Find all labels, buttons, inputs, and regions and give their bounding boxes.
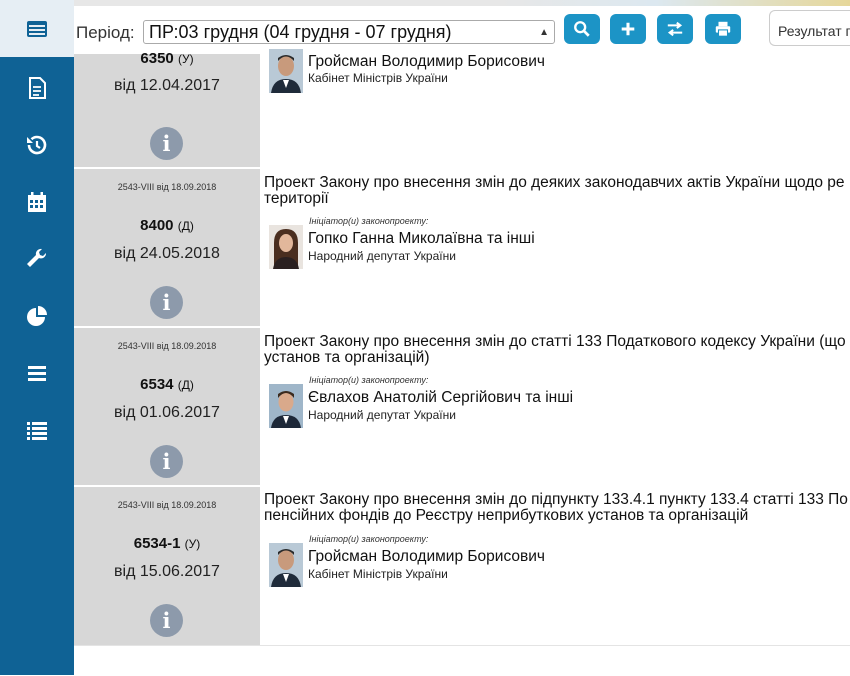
bill-number: 6534 (Д) [140, 376, 194, 393]
pie-chart-icon [27, 305, 47, 326]
info-button[interactable]: i [150, 445, 183, 478]
initiator-name[interactable]: Гройсман Володимир Борисович [308, 548, 545, 566]
period-label: Період: [76, 23, 135, 42]
sidebar-item-menu[interactable] [0, 344, 74, 401]
bill-title[interactable]: Проект Закону про внесення змін до деяки… [264, 175, 850, 207]
result-field[interactable]: Результат п [769, 10, 850, 46]
bill-summary-cell: 2543-VIII від 18.09.2018 8400 (Д) від 24… [74, 169, 260, 326]
search-icon [574, 21, 590, 37]
bill-title[interactable]: Проект Закону про внесення змін до статт… [264, 334, 850, 366]
dropdown-arrow-icon: ▲▼ [539, 27, 549, 38]
initiator-label: Ініціатор(и) законопроекту: [309, 375, 429, 385]
content-bottom [74, 645, 850, 676]
sidebar-item-history[interactable] [0, 116, 74, 173]
result-label: Результат п [778, 23, 850, 39]
bill-number: 6534-1 (У) [133, 535, 201, 552]
period-select[interactable]: ПР:03 грудня (04 грудня - 07 грудня) ▲▼ [143, 20, 555, 44]
initiator-role: Народний депутат України [308, 408, 456, 422]
history-icon [27, 135, 47, 154]
initiator-role: Кабінет Міністрів України [308, 71, 448, 85]
info-icon: i [162, 449, 171, 474]
initiator-name[interactable]: Євлахов Анатолій Сергійович та інші [308, 389, 573, 407]
bill-row: 2543-VIII від 18.09.2018 6534-1 (У) від … [74, 487, 850, 645]
info-icon: i [162, 608, 171, 633]
search-button[interactable] [564, 14, 600, 44]
info-button[interactable]: i [150, 604, 183, 637]
bill-title[interactable]: Проект Закону про внесення змін до підпу… [264, 492, 850, 524]
info-button[interactable]: i [150, 127, 183, 160]
law-reference: 2543-VIII від 18.09.2018 [117, 182, 217, 192]
document-icon [29, 76, 46, 99]
avatar [269, 543, 303, 587]
bill-row: 2543-VIII від 18.09.2018 6534 (Д) від 01… [74, 328, 850, 485]
info-button[interactable]: i [150, 286, 183, 319]
sidebar-item-statistics[interactable] [0, 287, 74, 344]
list-view-icon [27, 20, 47, 37]
plus-icon [621, 22, 635, 36]
menu-icon [28, 365, 46, 381]
sidebar-item-detailed-list[interactable] [0, 401, 74, 458]
sidebar [0, 0, 74, 675]
initiator-role: Кабінет Міністрів України [308, 567, 448, 581]
print-button[interactable] [705, 14, 741, 44]
initiator-role: Народний депутат України [308, 249, 456, 263]
initiator-name[interactable]: Гройсман Володимир Борисович [308, 53, 545, 71]
avatar [269, 49, 303, 93]
bill-number: 8400 (Д) [140, 217, 194, 234]
avatar [269, 225, 303, 269]
bill-date: від 01.06.2017 [114, 404, 220, 421]
exchange-button[interactable] [657, 14, 693, 44]
sidebar-item-documents[interactable] [0, 59, 74, 116]
bill-row: 2543-VIII від 18.09.2018 8400 (Д) від 24… [74, 169, 850, 326]
initiator-label: Ініціатор(и) законопроекту: [309, 216, 429, 226]
initiator-name[interactable]: Гопко Ганна Миколаївна та інші [308, 230, 535, 248]
sidebar-item-list-view[interactable] [0, 0, 74, 57]
bill-date: від 15.06.2017 [114, 563, 220, 580]
header-toolbar: Період: ПР:03 грудня (04 грудня - 07 гру… [74, 6, 850, 54]
bill-date: від 24.05.2018 [114, 245, 220, 262]
initiator-label: Ініціатор(и) законопроекту: [309, 534, 429, 544]
info-icon: i [162, 131, 171, 156]
bill-date: від 12.04.2017 [114, 77, 220, 94]
add-button[interactable] [610, 14, 646, 44]
bill-number: 6350 (У) [140, 50, 194, 67]
print-icon [715, 21, 731, 37]
exchange-icon [667, 21, 683, 37]
law-reference: 2543-VIII від 18.09.2018 [117, 500, 217, 510]
sidebar-item-tools[interactable] [0, 230, 74, 287]
sidebar-item-calendar[interactable] [0, 173, 74, 230]
detailed-list-icon [27, 421, 47, 440]
avatar [269, 384, 303, 428]
bill-row: 6350 (У) від 12.04.2017 i Гройсман Волод… [74, 49, 850, 167]
info-icon: i [162, 290, 171, 315]
calendar-icon [28, 191, 46, 212]
wrench-icon [27, 248, 47, 267]
bill-summary-cell: 6350 (У) від 12.04.2017 i [74, 50, 260, 167]
bill-summary-cell: 2543-VIII від 18.09.2018 6534-1 (У) від … [74, 487, 260, 645]
bill-summary-cell: 2543-VIII від 18.09.2018 6534 (Д) від 01… [74, 328, 260, 485]
law-reference: 2543-VIII від 18.09.2018 [117, 341, 217, 351]
period-select-value: ПР:03 грудня (04 грудня - 07 грудня) [149, 22, 452, 42]
